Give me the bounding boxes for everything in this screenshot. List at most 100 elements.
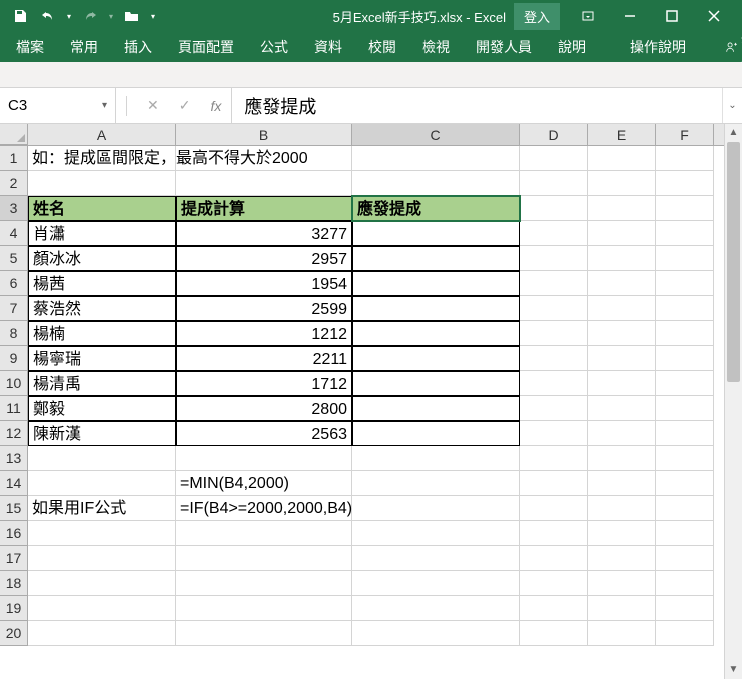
login-button[interactable]: 登入 — [514, 3, 560, 30]
cell[interactable] — [28, 546, 176, 571]
tab-developer[interactable]: 開發人員 — [472, 35, 536, 59]
cell[interactable]: 楊清禹 — [28, 371, 176, 396]
cell[interactable] — [588, 296, 656, 321]
col-header-D[interactable]: D — [520, 124, 588, 145]
tab-view[interactable]: 檢視 — [418, 35, 454, 59]
cell[interactable] — [352, 446, 520, 471]
cell[interactable]: 2563 — [176, 421, 352, 446]
row-header[interactable]: 2 — [0, 171, 28, 196]
cell[interactable] — [588, 546, 656, 571]
row-header[interactable]: 13 — [0, 446, 28, 471]
cell[interactable] — [176, 546, 352, 571]
ribbon-options-button[interactable] — [568, 2, 608, 30]
tab-home[interactable]: 常用 — [66, 35, 102, 59]
scroll-track[interactable] — [725, 142, 742, 661]
select-all-corner[interactable] — [0, 124, 28, 145]
cell[interactable]: 顏冰冰 — [28, 246, 176, 271]
cell[interactable] — [520, 396, 588, 421]
cell[interactable]: 2957 — [176, 246, 352, 271]
cell[interactable]: 1954 — [176, 271, 352, 296]
row-header[interactable]: 1 — [0, 146, 28, 171]
cell[interactable] — [588, 571, 656, 596]
cell[interactable] — [28, 446, 176, 471]
cell[interactable] — [520, 496, 588, 521]
cell[interactable] — [656, 471, 714, 496]
cell[interactable] — [588, 421, 656, 446]
cell[interactable] — [352, 596, 520, 621]
cell[interactable] — [588, 221, 656, 246]
cell[interactable] — [656, 321, 714, 346]
cell[interactable] — [520, 571, 588, 596]
row-header[interactable]: 12 — [0, 421, 28, 446]
col-header-C[interactable]: C — [352, 124, 520, 145]
row-header[interactable]: 9 — [0, 346, 28, 371]
cell[interactable]: 2211 — [176, 346, 352, 371]
cell[interactable] — [352, 246, 520, 271]
cell[interactable] — [656, 371, 714, 396]
cell[interactable] — [176, 521, 352, 546]
insert-function-button[interactable]: fx — [210, 98, 221, 114]
cell[interactable] — [176, 621, 352, 646]
row-header[interactable]: 11 — [0, 396, 28, 421]
cell[interactable] — [352, 296, 520, 321]
cancel-formula-button[interactable]: ✕ — [147, 97, 159, 114]
tab-help[interactable]: 說明 — [554, 35, 590, 59]
row-header[interactable]: 16 — [0, 521, 28, 546]
cell[interactable] — [588, 621, 656, 646]
cell[interactable] — [352, 271, 520, 296]
cell[interactable] — [176, 596, 352, 621]
cell[interactable] — [656, 496, 714, 521]
scroll-thumb[interactable] — [727, 142, 740, 382]
tab-review[interactable]: 校閱 — [364, 35, 400, 59]
cell[interactable] — [588, 171, 656, 196]
tab-page-layout[interactable]: 頁面配置 — [174, 35, 238, 59]
row-header[interactable]: 20 — [0, 621, 28, 646]
minimize-button[interactable] — [610, 2, 650, 30]
cell[interactable] — [656, 546, 714, 571]
row-header[interactable]: 15 — [0, 496, 28, 521]
cell[interactable] — [352, 171, 520, 196]
row-header[interactable]: 7 — [0, 296, 28, 321]
cell[interactable] — [176, 446, 352, 471]
undo-dropdown[interactable]: ▾ — [64, 4, 74, 28]
cell[interactable] — [352, 321, 520, 346]
cell[interactable] — [176, 171, 352, 196]
row-header[interactable]: 18 — [0, 571, 28, 596]
undo-button[interactable] — [36, 4, 60, 28]
cell[interactable] — [656, 196, 714, 221]
cell[interactable] — [352, 496, 520, 521]
cell[interactable]: 楊楠 — [28, 321, 176, 346]
cell[interactable] — [28, 621, 176, 646]
cell[interactable] — [588, 371, 656, 396]
expand-formula-bar[interactable]: ⌄ — [722, 88, 742, 123]
cell[interactable] — [352, 546, 520, 571]
cell[interactable] — [520, 296, 588, 321]
cell[interactable] — [588, 521, 656, 546]
tab-insert[interactable]: 插入 — [120, 35, 156, 59]
cell[interactable] — [588, 321, 656, 346]
cell[interactable] — [588, 246, 656, 271]
row-header[interactable]: 3 — [0, 196, 28, 221]
cell[interactable] — [656, 221, 714, 246]
cell[interactable] — [656, 396, 714, 421]
cell[interactable]: 陳新漢 — [28, 421, 176, 446]
cell[interactable] — [520, 471, 588, 496]
cell[interactable] — [588, 271, 656, 296]
maximize-button[interactable] — [652, 2, 692, 30]
cell[interactable] — [588, 146, 656, 171]
cell[interactable]: 2599 — [176, 296, 352, 321]
row-header[interactable]: 14 — [0, 471, 28, 496]
cell[interactable] — [28, 471, 176, 496]
cell[interactable]: 楊寧瑞 — [28, 346, 176, 371]
tab-data[interactable]: 資料 — [310, 35, 346, 59]
cell[interactable] — [656, 621, 714, 646]
cell[interactable] — [588, 196, 656, 221]
cell[interactable]: 2800 — [176, 396, 352, 421]
cell[interactable]: 肖瀟 — [28, 221, 176, 246]
redo-button[interactable] — [78, 4, 102, 28]
cell[interactable] — [28, 596, 176, 621]
col-header-F[interactable]: F — [656, 124, 714, 145]
cell[interactable] — [588, 496, 656, 521]
cell[interactable] — [520, 346, 588, 371]
cell[interactable] — [588, 446, 656, 471]
